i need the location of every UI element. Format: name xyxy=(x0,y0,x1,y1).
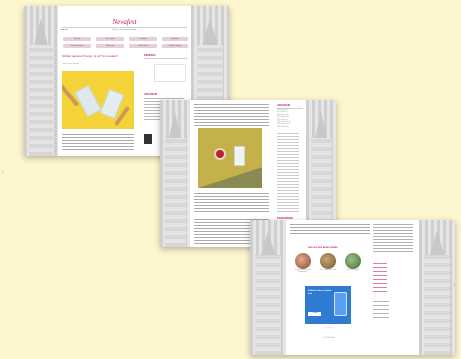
related-posts-heading: KAPCSOLÓDÓ BEJEGYZÉSEK xyxy=(308,247,338,249)
right-sidebar-list xyxy=(373,260,387,292)
screenshot-3: KAPCSOLÓDÓ BEJEGYZÉSEK Hogyan készíts sz… xyxy=(250,220,455,355)
soap-package-image xyxy=(74,84,102,118)
right-sidebar-list-2 xyxy=(373,298,389,318)
post-image-mustard xyxy=(198,128,262,188)
sidebar-banner[interactable] xyxy=(144,134,152,144)
nav-jewelry[interactable]: Ékszerek xyxy=(162,37,188,41)
related-post-title: Bambusz fogkefe xyxy=(346,270,360,271)
phone-mockup xyxy=(334,292,347,316)
logo-tagline: Beauty, zero waste lifestyle xyxy=(112,29,137,31)
post-subtitle: Zero waste lifestyle xyxy=(62,63,80,65)
sidebar-search-heading: KERESÉS xyxy=(144,54,156,57)
nav-beauty[interactable]: Beauty xyxy=(63,37,91,41)
right-sidebar-text xyxy=(373,224,413,252)
related-post-thumb xyxy=(320,253,336,269)
footer-link[interactable]: — — — — — xyxy=(306,328,351,330)
background-tower-right xyxy=(419,220,455,355)
shadow-panel-image xyxy=(198,167,262,188)
related-post-card[interactable]: Bambusz fogkefe xyxy=(342,253,364,272)
logo[interactable]: Nevafest Beauty, zero waste lifestyle xyxy=(58,11,191,31)
related-post-thumb xyxy=(295,253,311,269)
social-bar: ● ● ● ● xyxy=(61,29,68,31)
post-excerpt xyxy=(62,132,134,150)
chevron-left-icon[interactable]: ‹ xyxy=(2,170,4,176)
footer-copyright: © 2021 Nevafest xyxy=(322,338,335,339)
nav-lifestyle[interactable]: Lifestyle xyxy=(129,37,157,41)
archive-divider xyxy=(277,108,303,109)
header-divider xyxy=(62,27,187,28)
post-intro-text xyxy=(194,104,269,126)
post-body-text xyxy=(194,192,269,212)
post-hero-image xyxy=(62,71,134,129)
nav-zero-waste[interactable]: Zero waste xyxy=(96,37,124,41)
sidebar-divider xyxy=(144,58,187,59)
related-post-card[interactable]: Zero waste fürdőszoba xyxy=(317,253,339,272)
related-post-title: Zero waste fürdőszoba xyxy=(319,270,337,271)
post-ending-text xyxy=(290,224,370,234)
post-title[interactable]: Szilárd sampon? Hogy mi az? Itt a válasz… xyxy=(62,54,134,58)
background-tower-left xyxy=(250,220,286,355)
sidebar-search-input[interactable] xyxy=(154,64,186,82)
related-post-card[interactable]: Hogyan készíts szilárd samponokat? xyxy=(292,253,314,275)
nav-health[interactable]: Egészség xyxy=(96,44,124,48)
promo-button[interactable]: TOVÁBB xyxy=(308,312,321,316)
nav-cosmetics[interactable]: Kosmetikumok xyxy=(63,44,91,48)
archive-list: 2021 május (4) 2021 április (6) 2021 már… xyxy=(277,110,290,129)
sidebar-archive-heading: ARCHÍVUM xyxy=(144,93,157,96)
nav-outfit[interactable]: Outfit & stílus xyxy=(129,44,157,48)
promo-title: Zöldebb otthon, tisztább jövő xyxy=(308,290,332,295)
promo-banner[interactable]: Zöldebb otthon, tisztább jövő TOVÁBB xyxy=(305,286,351,324)
chevron-right-icon[interactable]: › xyxy=(453,282,455,288)
red-cup-image xyxy=(216,150,224,158)
nav-home[interactable]: Otthon & design xyxy=(162,44,188,48)
logo-text: Nevafest xyxy=(112,18,137,26)
background-tower-left xyxy=(24,6,58,156)
product-box-image xyxy=(234,146,245,166)
archive-item[interactable]: 2020 október (4) xyxy=(277,127,290,129)
archive-heading: ARCHÍVUM xyxy=(277,104,290,107)
archive-list-more xyxy=(277,132,299,212)
background-tower-left xyxy=(160,100,190,247)
related-post-thumb xyxy=(345,253,361,269)
related-post-title: Hogyan készíts szilárd samponokat? xyxy=(295,270,311,274)
content-column: KAPCSOLÓDÓ BEJEGYZÉSEK Hogyan készíts sz… xyxy=(286,220,419,355)
